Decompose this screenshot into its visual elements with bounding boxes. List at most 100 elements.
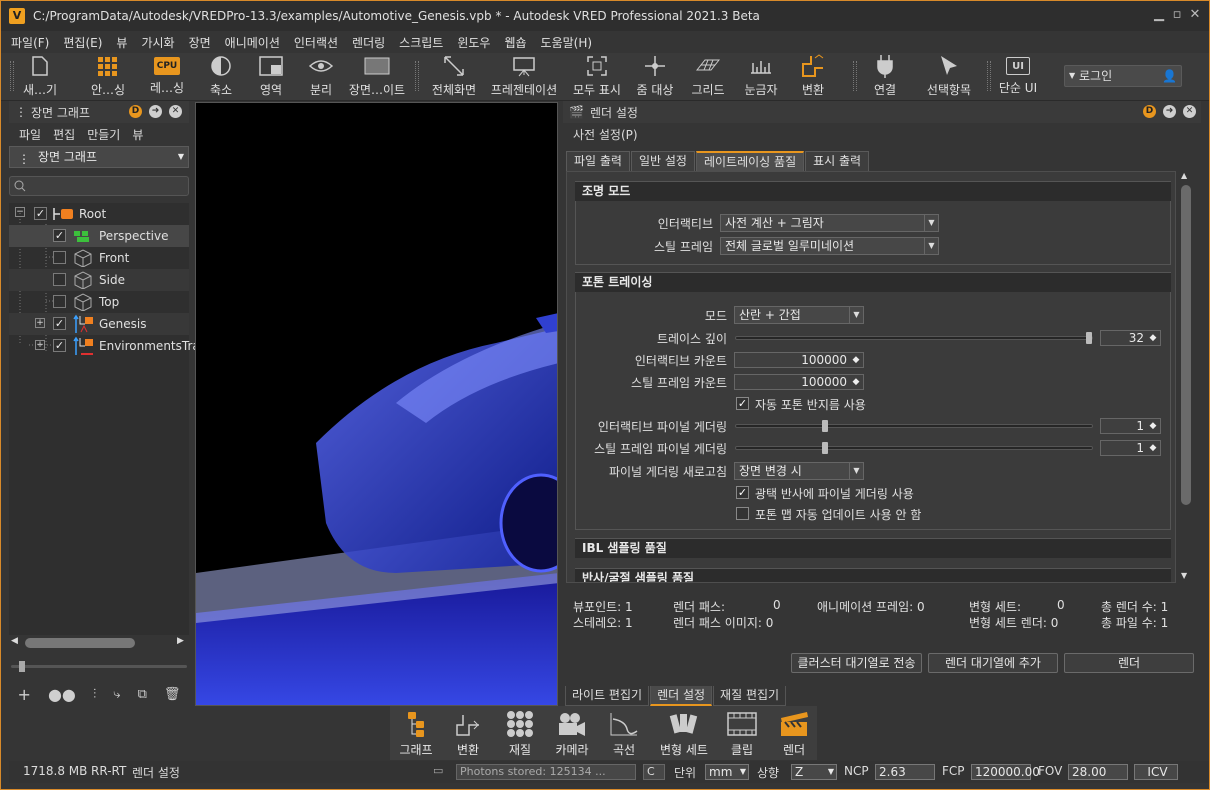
menu-webshop[interactable]: 웹숍 — [504, 34, 526, 51]
scenegraph-combo[interactable]: ⋮ 장면 그래프 ▼ — [9, 146, 189, 168]
toolbar-sceneplate-button[interactable]: 장면…이트 — [345, 53, 409, 101]
visibility-checkbox[interactable] — [53, 273, 66, 286]
dock-clip-button[interactable]: 클립 — [716, 706, 768, 760]
scrollbar-thumb[interactable] — [25, 638, 135, 648]
scenegraph-menu-create[interactable]: 만들기 — [87, 126, 120, 143]
icv-button[interactable]: ICV — [1134, 764, 1178, 780]
tree-node-side[interactable]: Side — [9, 269, 189, 291]
float-button[interactable]: ➜ — [149, 105, 162, 118]
tree-node-perspective[interactable]: ✓ Perspective — [9, 225, 189, 247]
expand-icon[interactable]: + — [35, 340, 45, 350]
add-node-icon[interactable]: + — [18, 685, 31, 704]
ibl-sampling-header[interactable]: IBL 샘플링 품질 — [575, 538, 1171, 558]
menu-visualization[interactable]: 가시화 — [141, 34, 174, 51]
dock-graph-button[interactable]: 그래프 — [390, 706, 442, 760]
login-dropdown[interactable]: 로그인 ▼ 👤 — [1064, 65, 1182, 87]
tree-node-top[interactable]: Top — [9, 291, 189, 313]
disable-photon-map-update-checkbox[interactable] — [736, 507, 749, 520]
close-panel-button[interactable]: ✕ — [169, 105, 182, 118]
toolbar-presentation-button[interactable]: 프레젠테이션 — [487, 53, 561, 101]
photon-mode-dropdown[interactable]: 산란 + 간접 ▼ — [734, 306, 864, 324]
expand-icon[interactable]: + — [35, 318, 45, 328]
final-gather-interactive-input[interactable]: 1 ◆ — [1100, 418, 1161, 434]
reflection-refraction-header[interactable]: 반사/굴절 샘플링 품질 — [575, 568, 1171, 582]
toolbar-shrink-button[interactable]: 축소 — [199, 53, 243, 101]
switch-node-icon[interactable]: ⫶ — [93, 687, 96, 702]
dock-d-button[interactable]: D — [129, 105, 142, 118]
menu-file[interactable]: 파일(F) — [11, 34, 49, 51]
glossy-final-gather-checkbox[interactable]: ✓ — [736, 486, 749, 499]
interactive-lighting-dropdown[interactable]: 사전 계산 + 그림자 ▼ — [720, 214, 939, 232]
lighting-mode-header[interactable]: 조명 모드 — [575, 181, 1171, 201]
final-gather-still-input[interactable]: 1 ◆ — [1100, 440, 1161, 456]
minimize-button[interactable]: ▁ — [1151, 7, 1167, 22]
toolbar-showall-button[interactable]: 모두 표시 — [569, 53, 625, 101]
up-axis-dropdown[interactable]: Z ▼ — [791, 764, 837, 780]
menu-animation[interactable]: 애니메이션 — [225, 34, 280, 51]
toolbar-connect-button[interactable]: 연결 — [865, 53, 905, 101]
close-panel-button[interactable]: ✕ — [1183, 105, 1196, 118]
toolbar-ruler-button[interactable]: 눈금자 — [739, 53, 783, 101]
tab-raytracing-quality[interactable]: 레이트레이싱 품질 — [695, 151, 805, 171]
scroll-down-icon[interactable]: ▼ — [1181, 571, 1187, 580]
tab-display-output[interactable]: 표시 출력 — [805, 151, 870, 171]
scenegraph-search-input[interactable] — [9, 176, 189, 196]
group-icon[interactable]: ●● — [48, 685, 76, 704]
spinner-icon[interactable]: ◆ — [850, 375, 862, 389]
dock-d-button[interactable]: D — [1143, 105, 1156, 118]
dock-transform-button[interactable]: 변환 — [442, 706, 494, 760]
dock-material-button[interactable]: 재질 — [494, 706, 546, 760]
trace-depth-slider-knob[interactable] — [1086, 332, 1092, 344]
scroll-left-icon[interactable]: ◀ — [11, 636, 18, 646]
send-to-cluster-queue-button[interactable]: 클러스터 대기열로 전송 — [791, 653, 922, 673]
tab-general-settings[interactable]: 일반 설정 — [630, 151, 695, 171]
dock-render-button[interactable]: 렌더 — [768, 706, 820, 760]
scroll-right-icon[interactable]: ▶ — [177, 636, 184, 646]
visibility-checkbox[interactable]: ✓ — [53, 339, 66, 352]
visibility-checkbox[interactable]: ✓ — [53, 317, 66, 330]
final-gather-interactive-slider[interactable] — [735, 420, 1093, 432]
spinner-icon[interactable]: ◆ — [1147, 441, 1159, 455]
dock-camera-button[interactable]: 카메라 — [546, 706, 598, 760]
interactive-count-input[interactable]: 100000 ◆ — [734, 352, 864, 368]
scenegraph-hscrollbar[interactable]: ◀ ▶ — [11, 635, 187, 651]
fov-input[interactable]: 28.00 — [1068, 764, 1128, 780]
unit-dropdown[interactable]: mm ▼ — [705, 764, 749, 780]
menu-rendering[interactable]: 렌더링 — [352, 34, 385, 51]
ncp-input[interactable]: 2.63 — [875, 764, 935, 780]
auto-photon-radius-checkbox[interactable]: ✓ — [736, 397, 749, 410]
close-window-button[interactable]: ✕ — [1187, 7, 1203, 22]
menu-help[interactable]: 도움말(H) — [541, 34, 593, 51]
add-to-render-queue-button[interactable]: 렌더 대기열에 추가 — [928, 653, 1058, 673]
menu-scene[interactable]: 장면 — [189, 34, 211, 51]
tab-render-settings[interactable]: 렌더 설정 — [650, 686, 713, 706]
float-button[interactable]: ➜ — [1163, 105, 1176, 118]
dock-curve-button[interactable]: 곡선 — [598, 706, 650, 760]
maximize-button[interactable]: ▫ — [1169, 7, 1185, 22]
terminal-icon[interactable]: ▭ — [433, 764, 443, 777]
trace-depth-slider[interactable] — [735, 332, 1093, 344]
clone-node-icon[interactable]: ⧉ — [138, 687, 147, 702]
render-button[interactable]: 렌더 — [1064, 653, 1194, 673]
spinner-icon[interactable]: ◆ — [850, 353, 862, 367]
final-gather-interactive-knob[interactable] — [822, 420, 828, 432]
zoom-slider-knob[interactable] — [19, 661, 25, 672]
presets-menu[interactable]: 사전 설정(P) — [573, 126, 638, 143]
scrollbar-thumb[interactable] — [1181, 185, 1191, 505]
menu-edit[interactable]: 편집(E) — [63, 34, 102, 51]
spinner-icon[interactable]: ◆ — [1147, 419, 1159, 433]
toolbar-selection-button[interactable]: 선택항목 — [923, 53, 975, 101]
tab-material-editor[interactable]: 재질 편집기 — [713, 686, 787, 706]
tree-node-root[interactable]: − ✓ Root — [9, 203, 189, 225]
render-viewport[interactable] — [195, 102, 558, 706]
toolbar-transform-button[interactable]: 변환 — [793, 53, 833, 101]
toolbar-fullscreen-button[interactable]: 전체화면 — [427, 53, 481, 101]
toolbar-split-button[interactable]: 분리 — [301, 53, 341, 101]
spinner-icon[interactable]: ◆ — [1147, 331, 1159, 345]
tree-node-genesis[interactable]: + ✓ Genesis — [9, 313, 189, 335]
settings-vscrollbar[interactable]: ▲ ▼ — [1179, 171, 1193, 583]
final-gather-still-slider[interactable] — [735, 442, 1093, 454]
photon-tracing-header[interactable]: 포톤 트레이싱 — [575, 272, 1171, 292]
console-clear-button[interactable]: C — [643, 764, 665, 780]
toolbar-raytracing-button[interactable]: CPU 레…싱 — [143, 53, 191, 101]
